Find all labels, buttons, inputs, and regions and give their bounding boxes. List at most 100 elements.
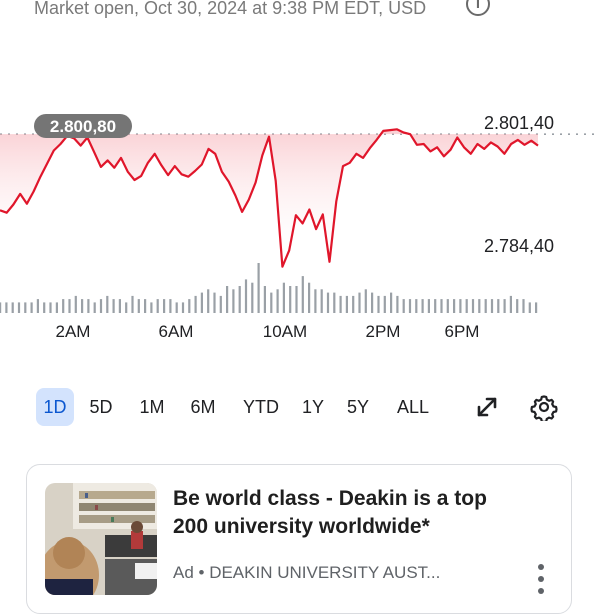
range-tab-all[interactable]: ALL xyxy=(390,388,436,426)
range-tab-5y[interactable]: 5Y xyxy=(342,388,374,426)
volume-bar xyxy=(421,299,424,313)
x-axis-tick-label: 10AM xyxy=(263,322,307,341)
volume-bar xyxy=(484,299,487,313)
volume-bar xyxy=(238,286,241,313)
volume-bar xyxy=(295,286,298,313)
volume-bar xyxy=(112,299,115,313)
volume-bar xyxy=(358,292,361,313)
ad-card[interactable]: Be world class - Deakin is a top 200 uni… xyxy=(26,464,572,614)
volume-bar xyxy=(175,302,178,313)
volume-bar xyxy=(93,302,96,313)
volume-bar xyxy=(490,299,494,313)
volume-bar xyxy=(390,292,393,313)
volume-bar xyxy=(87,299,90,313)
volume-bar xyxy=(207,289,210,313)
price-chart[interactable]: 2AM 6AM 10AM 2PM 6PM 2.800,80 2.801,40 2.784… xyxy=(0,0,600,380)
ad-meta: Ad • DEAKIN UNIVERSITY AUST... xyxy=(173,563,441,582)
volume-bar xyxy=(345,295,348,313)
volume-bar xyxy=(232,289,235,313)
volume-bar xyxy=(427,299,430,313)
volume-bar xyxy=(24,302,27,313)
volume-bar xyxy=(49,302,52,313)
volume-bar xyxy=(408,299,412,313)
volume-bar xyxy=(74,295,77,313)
volume-bar xyxy=(352,295,355,313)
volume-bar xyxy=(131,295,134,313)
volume-bar xyxy=(150,302,153,313)
price-line xyxy=(0,128,539,268)
volume-bar xyxy=(30,302,33,313)
range-tab-ytd[interactable]: YTD xyxy=(236,388,286,426)
volume-bar xyxy=(446,299,449,313)
volume-bar xyxy=(333,292,336,313)
upper-price-label: 2.801,40 xyxy=(484,113,554,133)
volume-bar xyxy=(181,302,185,313)
volume-bar xyxy=(453,299,456,313)
volume-bar xyxy=(257,263,260,313)
volume-bar xyxy=(106,295,109,313)
volume-bar xyxy=(188,299,191,313)
volume-bar xyxy=(301,276,304,313)
volume-bar xyxy=(5,302,8,313)
volume-bar xyxy=(36,299,39,313)
volume-bar xyxy=(11,302,14,313)
range-tab-5d[interactable]: 5D xyxy=(81,388,121,426)
lower-price-label: 2.784,40 xyxy=(484,236,554,256)
range-tab-1d[interactable]: 1D xyxy=(36,388,74,426)
volume-bar xyxy=(503,299,506,313)
volume-bar xyxy=(522,299,525,313)
volume-bar xyxy=(118,299,121,313)
reference-value-label: 2.800,80 xyxy=(50,117,116,136)
volume-bar xyxy=(371,292,374,313)
volume-bar xyxy=(219,295,222,313)
volume-bars xyxy=(0,263,538,313)
volume-bar xyxy=(497,299,500,313)
volume-bar xyxy=(213,292,216,313)
volume-bar xyxy=(251,282,254,313)
volume-bar xyxy=(402,299,405,313)
range-tab-1y[interactable]: 1Y xyxy=(298,388,328,426)
volume-bar xyxy=(263,286,266,313)
volume-bar xyxy=(62,299,65,313)
gear-icon[interactable] xyxy=(530,393,558,421)
price-area-fill xyxy=(0,129,538,267)
volume-bar xyxy=(434,299,437,313)
volume-bar xyxy=(169,299,172,313)
volume-bar xyxy=(68,299,71,313)
volume-bar xyxy=(270,292,273,313)
volume-bar xyxy=(440,299,443,313)
ad-title[interactable]: Be world class - Deakin is a top 200 uni… xyxy=(173,485,493,541)
volume-bar xyxy=(396,295,399,313)
volume-bar xyxy=(194,295,197,313)
volume-bar xyxy=(43,302,46,313)
volume-bar xyxy=(528,302,531,313)
volume-bar xyxy=(156,299,159,313)
volume-bar xyxy=(516,299,519,313)
x-axis-tick-label: 2AM xyxy=(56,322,91,341)
volume-bar xyxy=(17,302,21,313)
volume-bar xyxy=(244,279,248,313)
expand-arrows-icon[interactable] xyxy=(474,394,500,420)
range-tab-1m[interactable]: 1M xyxy=(134,388,170,426)
volume-bar xyxy=(535,302,538,313)
volume-bar xyxy=(459,299,462,313)
volume-bar xyxy=(200,292,203,313)
volume-bar xyxy=(226,286,229,313)
volume-bar xyxy=(383,295,386,313)
volume-bar xyxy=(308,282,311,313)
volume-bar xyxy=(339,295,342,313)
ad-thumbnail-image xyxy=(45,483,157,595)
volume-bar xyxy=(0,302,2,313)
x-axis-tick-label: 6AM xyxy=(159,322,194,341)
volume-bar xyxy=(282,282,285,313)
range-tab-6m[interactable]: 6M xyxy=(182,388,224,426)
volume-bar xyxy=(415,299,418,313)
x-axis-tick-label: 2PM xyxy=(366,322,401,341)
volume-bar xyxy=(326,292,330,313)
volume-bar xyxy=(314,289,317,313)
volume-bar xyxy=(276,289,279,313)
volume-bar xyxy=(163,299,166,313)
more-vertical-icon[interactable] xyxy=(535,561,547,601)
volume-bar xyxy=(364,289,367,313)
volume-bar xyxy=(289,286,292,313)
